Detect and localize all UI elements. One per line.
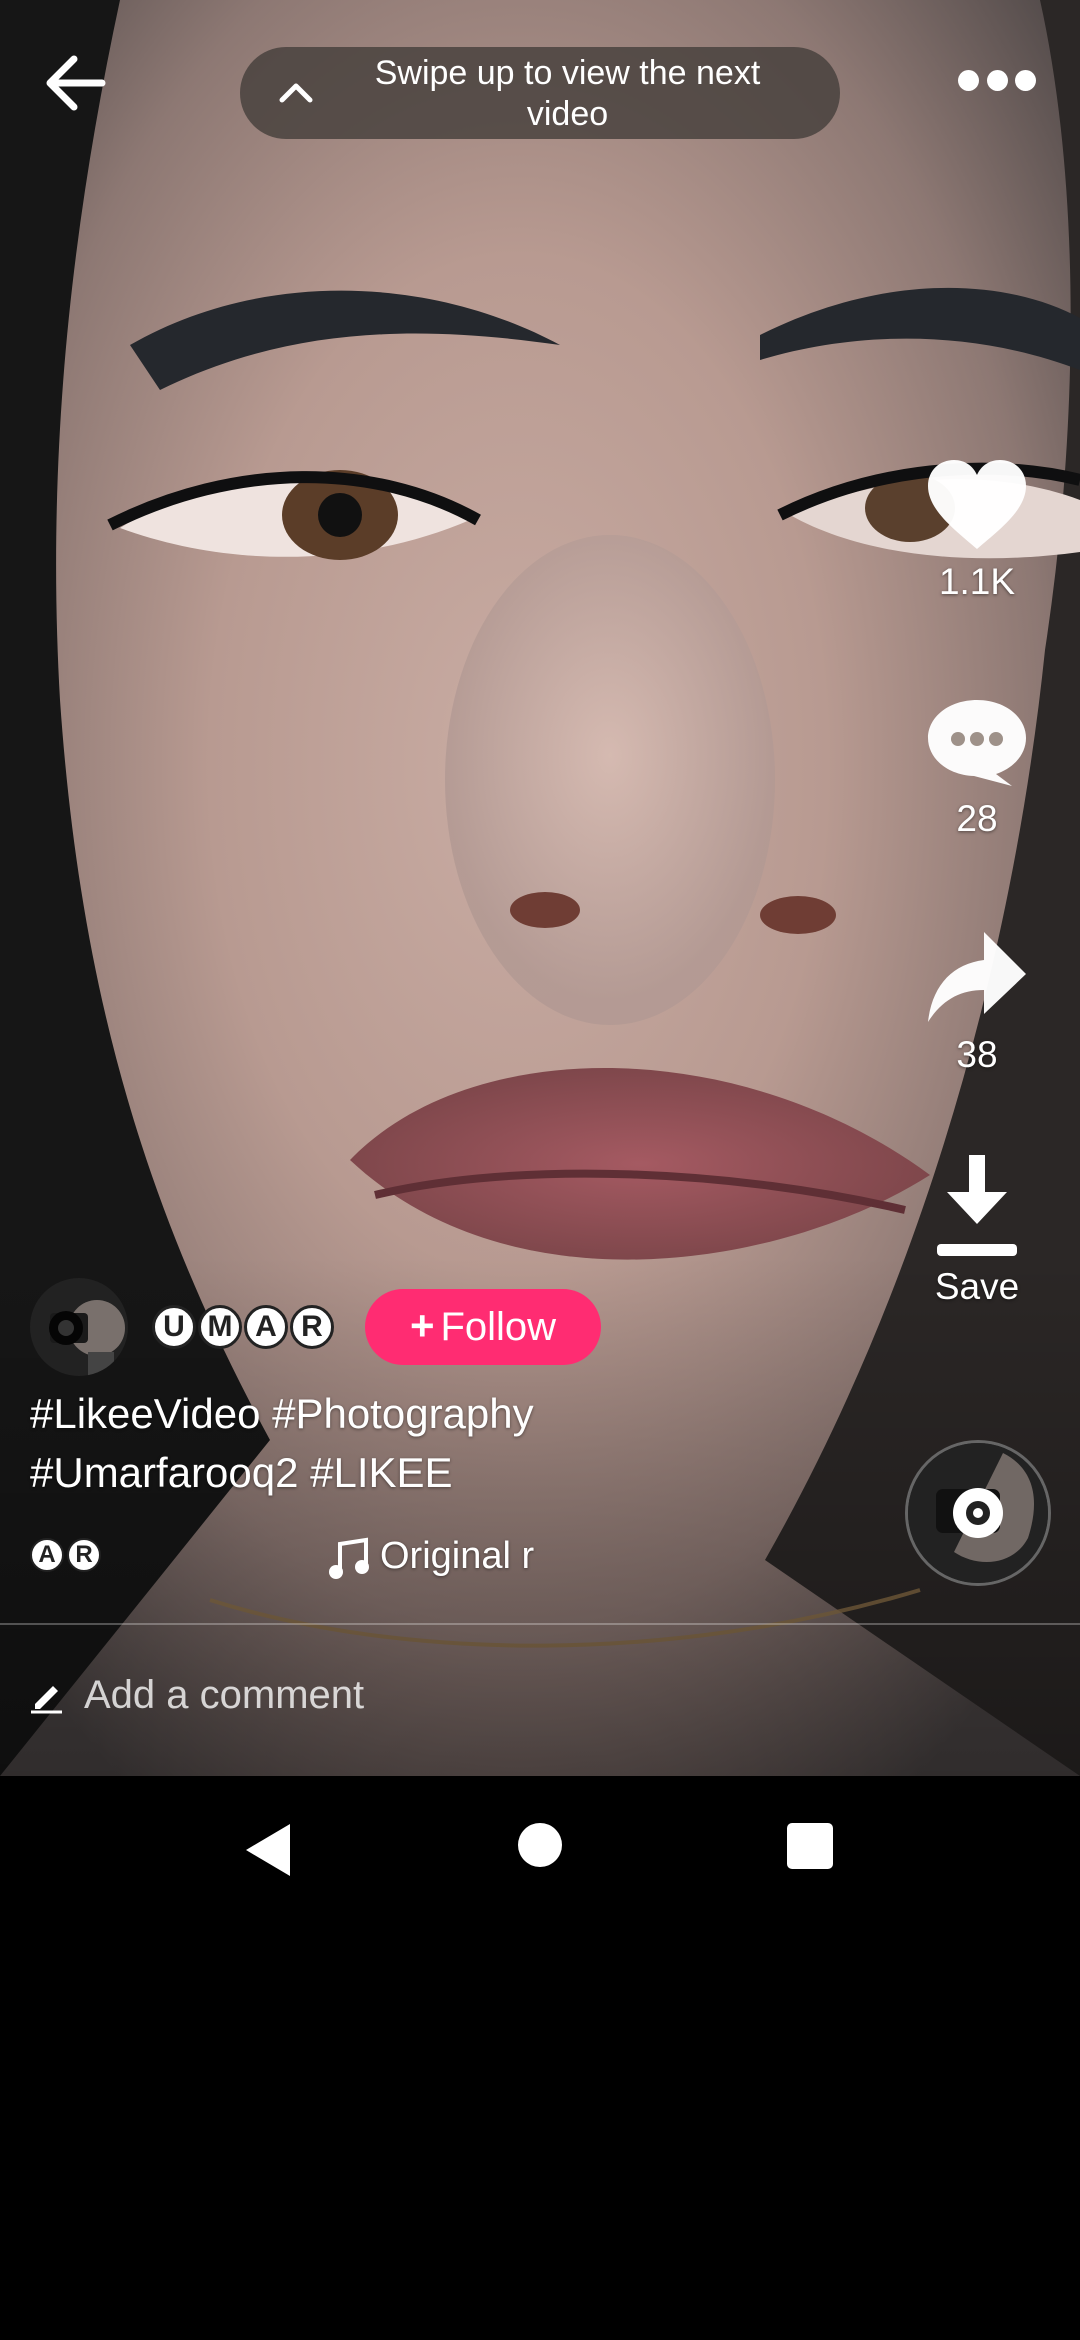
system-back-icon[interactable] bbox=[240, 1820, 296, 1880]
name-badge-letter: M bbox=[198, 1305, 242, 1349]
system-navigation-bar bbox=[0, 1776, 1080, 1920]
comment-bar[interactable]: Add a comment bbox=[0, 1625, 1080, 1776]
save-button[interactable]: Save bbox=[918, 1150, 1036, 1308]
comment-input[interactable]: Add a comment bbox=[84, 1669, 364, 1721]
share-count: 38 bbox=[956, 1034, 998, 1075]
video-caption: #LikeeVideo #Photography #Umarfarooq2 #L… bbox=[30, 1384, 590, 1502]
name-badge-letter: U bbox=[152, 1305, 196, 1349]
name-badge-letter: A bbox=[244, 1305, 288, 1349]
comment-bubble-icon bbox=[928, 700, 1026, 786]
music-author-badges: A R bbox=[30, 1538, 101, 1572]
plus-icon: + bbox=[409, 1301, 435, 1349]
swipe-hint-text: Swipe up to view the next video bbox=[374, 54, 761, 133]
more-dot-icon bbox=[958, 69, 979, 91]
system-home-icon[interactable] bbox=[518, 1823, 562, 1867]
heart-icon bbox=[928, 460, 1026, 549]
like-count: 1.1K bbox=[938, 561, 1016, 602]
more-options-button[interactable] bbox=[958, 64, 1036, 96]
share-arrow-icon bbox=[928, 932, 1026, 1022]
screen: Swipe up to view the next video 1.1K 28 … bbox=[0, 0, 1080, 2340]
share-button[interactable]: 38 bbox=[918, 928, 1036, 1076]
comment-button[interactable]: 28 bbox=[918, 692, 1036, 840]
follow-button[interactable]: + Follow bbox=[365, 1289, 601, 1365]
name-badge-letter: R bbox=[290, 1305, 334, 1349]
music-badge-letter: A bbox=[30, 1538, 64, 1572]
caption-line: #Umarfarooq2 #LIKEE bbox=[30, 1449, 453, 1496]
follow-label: Follow bbox=[440, 1304, 557, 1349]
more-dot-icon bbox=[1015, 69, 1036, 91]
camera-lens-icon bbox=[908, 1443, 1048, 1583]
music-note-icon bbox=[329, 1537, 369, 1579]
creator-avatar[interactable] bbox=[30, 1278, 128, 1376]
creator-name-badges[interactable]: U M A R bbox=[152, 1305, 334, 1351]
caption-line: #LikeeVideo #Photography bbox=[30, 1390, 534, 1437]
save-label: Save bbox=[934, 1266, 1020, 1307]
camera-photographer-icon bbox=[30, 1278, 128, 1376]
chevron-up-icon bbox=[279, 83, 313, 103]
more-dot-icon bbox=[986, 69, 1008, 91]
download-icon bbox=[937, 1155, 1017, 1256]
music-title[interactable]: Original r bbox=[380, 1532, 534, 1580]
swipe-hint-pill: Swipe up to view the next video bbox=[240, 47, 840, 139]
music-badge-letter: R bbox=[67, 1538, 101, 1572]
pencil-icon bbox=[31, 1686, 62, 1714]
back-arrow-icon[interactable] bbox=[36, 44, 114, 122]
like-button[interactable]: 1.1K bbox=[918, 455, 1036, 603]
music-disc[interactable] bbox=[905, 1440, 1051, 1586]
system-recents-icon[interactable] bbox=[787, 1823, 833, 1869]
comment-count: 28 bbox=[956, 798, 998, 839]
